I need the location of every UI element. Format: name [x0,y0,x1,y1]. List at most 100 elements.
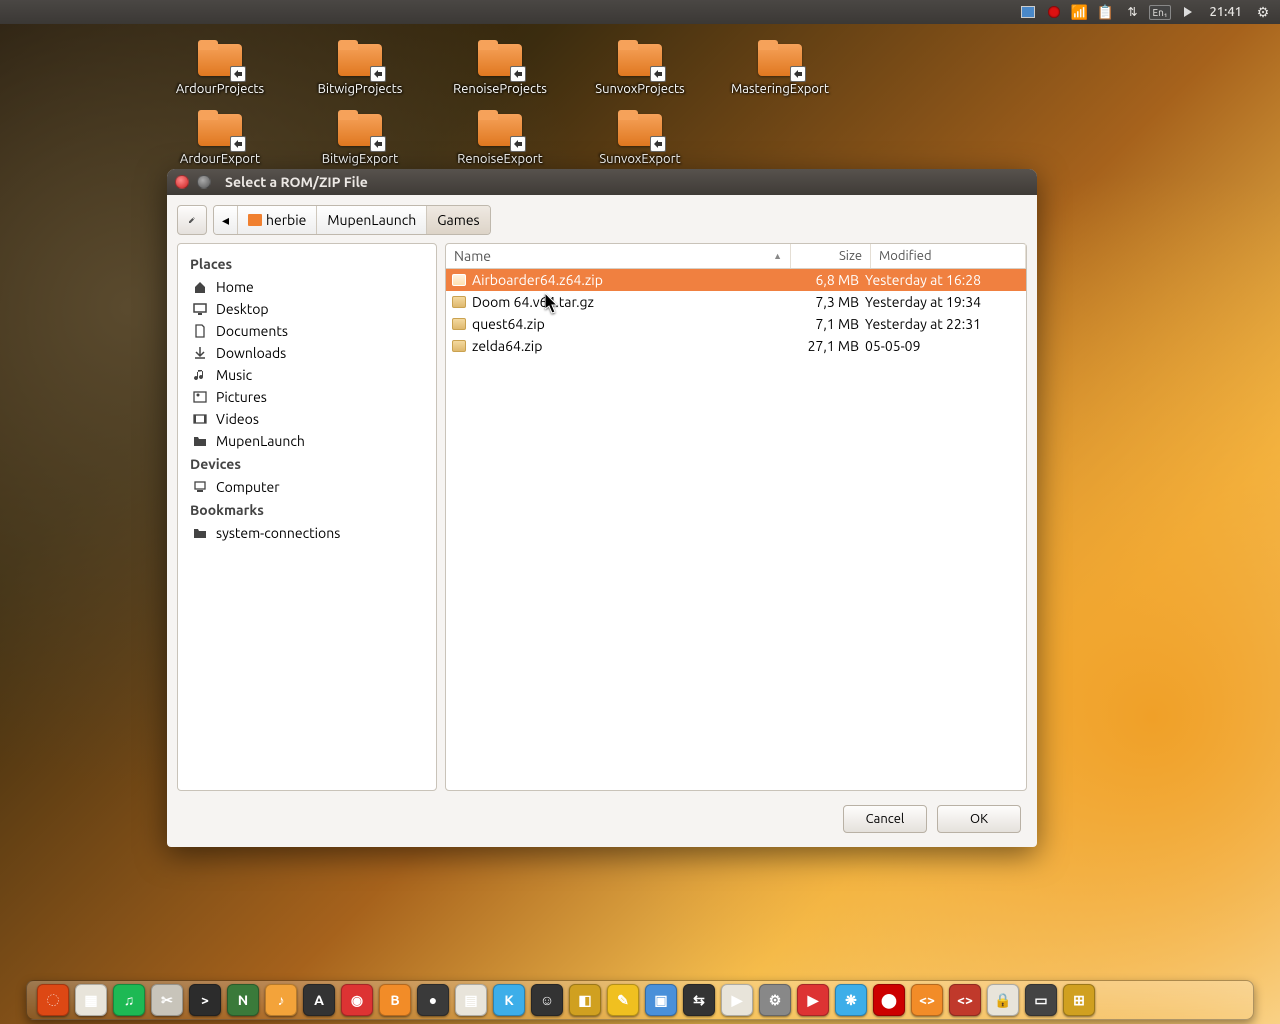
breadcrumb-mupenlaunch[interactable]: MupenLaunch [317,206,427,234]
dock-record[interactable]: ⬤ [873,984,905,1016]
shortcut-badge-icon [370,66,386,82]
folder-icon [336,110,384,150]
sidebar-item-mupenlaunch[interactable]: MupenLaunch [178,430,436,452]
desktop-folder-sunvoxexport[interactable]: SunvoxExport [570,110,710,166]
folder-icon [616,40,664,80]
file-name: Doom 64.v64.tar.gz [472,294,594,310]
desktop-folder-renoiseprojects[interactable]: RenoiseProjects [430,40,570,96]
column-name[interactable]: Name▲ [446,244,791,268]
dock-play[interactable]: ▶ [797,984,829,1016]
dock-ardour[interactable]: A [303,984,335,1016]
file-row[interactable]: zelda64.zip 27,1 MB 05-05-09 [446,335,1026,357]
dock-game1[interactable]: ☺ [531,984,563,1016]
dock-files[interactable]: ▦ [75,984,107,1016]
breadcrumb-back[interactable]: ◂ [214,206,238,234]
dock-ubuntu[interactable]: ◌ [37,984,69,1016]
desktop-folder-sunvoxprojects[interactable]: SunvoxProjects [570,40,710,96]
ok-button[interactable]: OK [937,805,1021,833]
shortcut-badge-icon [790,66,806,82]
dock-image[interactable]: ▣ [645,984,677,1016]
network-icon[interactable]: ⇅ [1123,3,1141,21]
dock-rhythmbox[interactable]: ♪ [265,984,297,1016]
sidebar-item-documents[interactable]: Documents [178,320,436,342]
dock-converter[interactable]: ⇆ [683,984,715,1016]
toolbar: ◂ herbie MupenLaunch Games [167,195,1037,243]
dock-notes[interactable]: ✎ [607,984,639,1016]
dock-vpn[interactable]: 🔒 [987,984,1019,1016]
desktop-folder-label: SunvoxExport [599,152,680,166]
desktop-folder-ardourexport[interactable]: ArdourExport [150,110,290,166]
dock-devtool[interactable]: <> [949,984,981,1016]
window-title: Select a ROM/ZIP File [225,174,368,190]
file-row[interactable]: Airboarder64.z64.zip 6,8 MB Yesterday at… [446,269,1026,291]
cancel-button[interactable]: Cancel [843,805,927,833]
titlebar[interactable]: Select a ROM/ZIP File [167,169,1037,195]
edit-path-button[interactable] [177,205,207,235]
desktop-folder-bitwigprojects[interactable]: BitwigProjects [290,40,430,96]
home-icon [192,279,208,295]
dock-code[interactable]: <> [911,984,943,1016]
dock-youtube[interactable]: ▶ [721,984,753,1016]
settings-gear-icon[interactable]: ⚙ [1254,3,1272,21]
sidebar-item-label: system-connections [216,525,340,541]
record-indicator-icon[interactable] [1045,3,1063,21]
desktop-folder-bitwigexport[interactable]: BitwigExport [290,110,430,166]
dock-grid[interactable]: ⊞ [1063,984,1095,1016]
file-list: Name▲ Size Modified Airboarder64.z64.zip… [445,243,1027,791]
dock-mixxx[interactable]: ◉ [341,984,373,1016]
desktop-folder-label: BitwigExport [322,152,399,166]
file-row[interactable]: Doom 64.v64.tar.gz 7,3 MB Yesterday at 1… [446,291,1026,313]
sidebar-item-label: Pictures [216,389,267,405]
dock-bitwig[interactable]: B [379,984,411,1016]
file-size: 6,8 MB [785,272,865,288]
breadcrumb-herbie[interactable]: herbie [238,206,317,234]
sidebar-item-music[interactable]: Music [178,364,436,386]
dock-package[interactable]: ◧ [569,984,601,1016]
dock-spotify[interactable]: ♫ [113,984,145,1016]
sidebar-item-pictures[interactable]: Pictures [178,386,436,408]
windows-indicator-icon[interactable] [1019,3,1037,21]
sidebar-item-computer[interactable]: Computer [178,476,436,498]
wifi-icon[interactable]: 📶 [1071,3,1089,21]
sidebar-item-downloads[interactable]: Downloads [178,342,436,364]
dock-video-editor[interactable]: ✂ [151,984,183,1016]
desktop-folder-masteringexport[interactable]: MasteringExport [710,40,850,96]
sidebar-item-system-connections[interactable]: system-connections [178,522,436,544]
dock-mupen64[interactable]: N [227,984,259,1016]
breadcrumb-games[interactable]: Games [427,206,489,234]
folder-icon [196,110,244,150]
window-minimize-button[interactable] [197,175,211,189]
dock-terminal[interactable]: > [189,984,221,1016]
column-size[interactable]: Size [791,244,871,268]
dock-shutter[interactable]: ❋ [835,984,867,1016]
desktop-folder-label: MasteringExport [731,82,829,96]
volume-icon[interactable] [1179,3,1197,21]
desktop-folder-ardourprojects[interactable]: ArdourProjects [150,40,290,96]
places-header: Places [178,252,436,276]
column-modified[interactable]: Modified [871,244,1026,268]
dock-kde[interactable]: K [493,984,525,1016]
sidebar-item-home[interactable]: Home [178,276,436,298]
file-row[interactable]: quest64.zip 7,1 MB Yesterday at 22:31 [446,313,1026,335]
archive-icon [452,274,466,286]
dock-monitor[interactable]: ▭ [1025,984,1057,1016]
language-indicator[interactable]: En₁ [1149,5,1172,20]
archive-icon [452,340,466,352]
shortcut-badge-icon [230,66,246,82]
file-modified: 05-05-09 [865,338,1020,354]
desktop-folder-label: RenoiseProjects [453,82,547,96]
clock[interactable]: 21:41 [1205,5,1246,19]
places-sidebar: Places Home Desktop Documents Downloads … [177,243,437,791]
sidebar-item-label: Music [216,367,252,383]
sidebar-item-videos[interactable]: Videos [178,408,436,430]
dock-recorder[interactable]: ● [417,984,449,1016]
desktop-folder-renoiseexport[interactable]: RenoiseExport [430,110,570,166]
window-close-button[interactable] [175,175,189,189]
file-rows[interactable]: Airboarder64.z64.zip 6,8 MB Yesterday at… [446,269,1026,790]
home-icon [248,214,262,226]
dock-gear[interactable]: ⚙ [759,984,791,1016]
folder-icon [476,40,524,80]
sidebar-item-desktop[interactable]: Desktop [178,298,436,320]
dock-calendar[interactable]: ▤ [455,984,487,1016]
calendar-icon[interactable]: 📋 [1097,3,1115,21]
